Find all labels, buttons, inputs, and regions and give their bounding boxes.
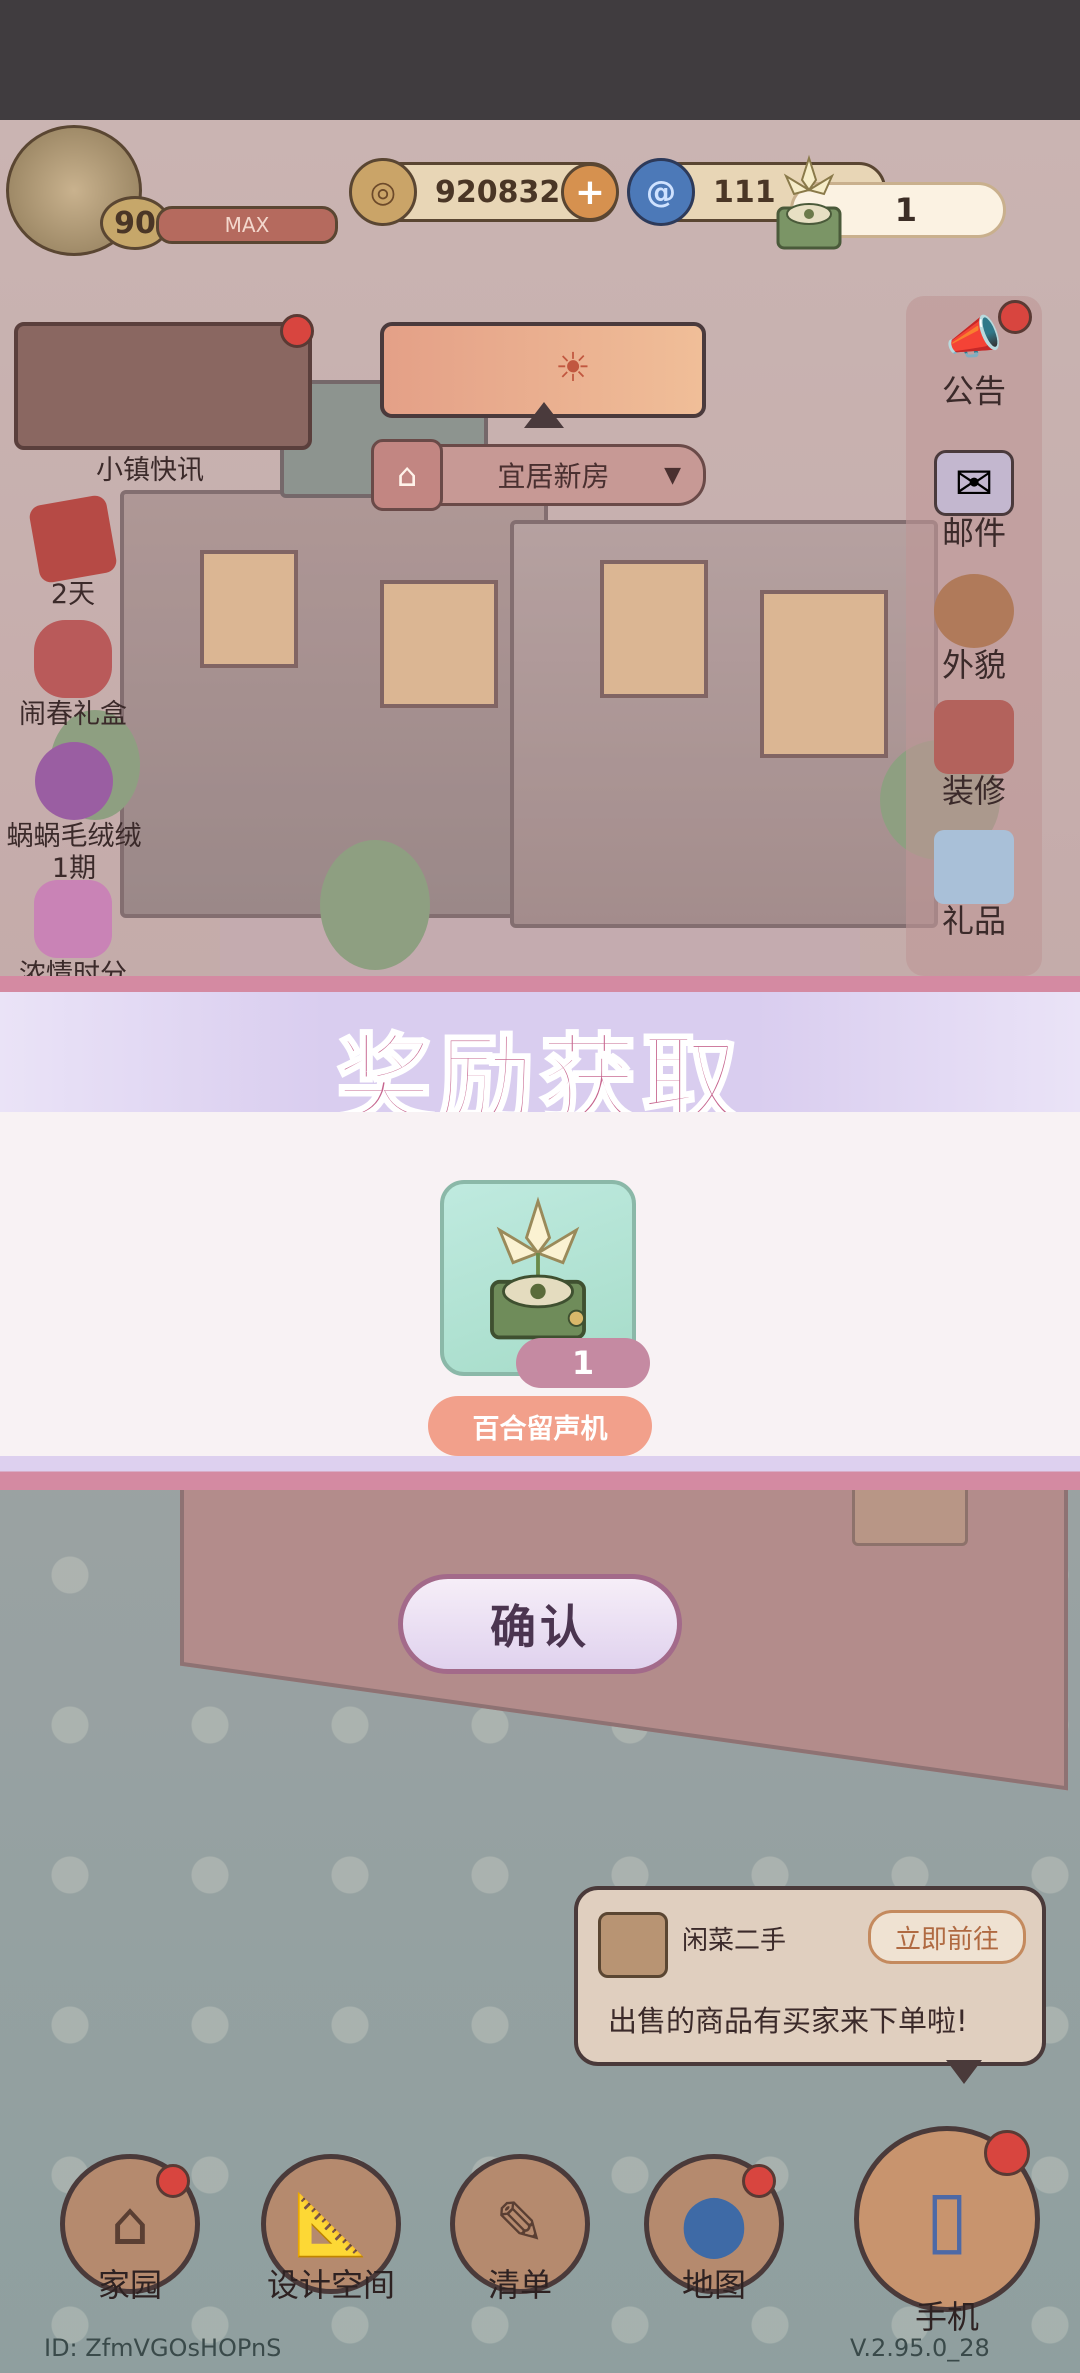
event-countdown-label: 2天 xyxy=(50,579,96,610)
hammer-icon xyxy=(934,700,1014,774)
snail-plush-icon xyxy=(35,742,113,820)
decorate-label: 装修 xyxy=(941,772,1006,810)
avatar-icon xyxy=(934,574,1014,648)
gift-box-icon xyxy=(34,620,112,698)
notification-dot xyxy=(156,2164,190,2198)
chevron-down-icon: ▼ xyxy=(664,462,681,488)
modal-border xyxy=(0,1456,1080,1490)
status-bar xyxy=(0,0,1080,120)
nav-design-space-label: 设计空间 xyxy=(266,2266,395,2304)
notification-dot xyxy=(984,2130,1030,2176)
player-id: ID: ZfmVGOsHOPnS xyxy=(44,2334,282,2362)
window xyxy=(600,560,708,698)
nav-phone-label: 手机 xyxy=(914,2298,979,2336)
sun-icon: ☀ xyxy=(555,345,591,391)
home-icon: ⌂ xyxy=(371,439,443,511)
mail-icon: ✉ xyxy=(934,450,1014,516)
add-coins-button[interactable]: + xyxy=(561,163,619,221)
bow-icon xyxy=(34,880,112,958)
window xyxy=(760,590,888,758)
nav-list[interactable]: ✎ 清单 xyxy=(450,2154,590,2306)
lily-gramophone-icon xyxy=(776,154,842,250)
confirm-button[interactable]: 确认 xyxy=(398,1574,682,1674)
coin-icon: ◎ xyxy=(349,158,417,226)
notification-dot xyxy=(998,300,1032,334)
snail-plush-label: 蜗蜗毛绒绒 xyxy=(6,821,142,852)
red-packet-icon xyxy=(27,493,119,585)
nav-list-label: 清单 xyxy=(487,2266,552,2304)
event-countdown[interactable]: 2天 xyxy=(18,493,128,610)
weather-pointer xyxy=(524,402,564,428)
mail-label: 邮件 xyxy=(941,514,1006,552)
market-box-icon xyxy=(598,1912,668,1978)
reward-chip-count: 1 xyxy=(894,191,917,229)
house-selector-label: 宜居新房 xyxy=(497,460,610,493)
nav-design-space[interactable]: 📐 设计空间 xyxy=(246,2154,416,2306)
nav-map[interactable]: ⬤ 地图 xyxy=(644,2154,784,2306)
coin-value: 920832 xyxy=(435,174,561,210)
window xyxy=(200,550,298,668)
gem-icon: @ xyxy=(627,158,695,226)
version-label: V.2.95.0_28 xyxy=(850,2334,990,2362)
appearance-label: 外貌 xyxy=(941,646,1006,684)
mail-button[interactable]: ✉ 邮件 xyxy=(918,450,1030,550)
snail-plush-event[interactable]: 蜗蜗毛绒绒 1期 xyxy=(4,742,144,884)
market-notification[interactable]: 闲菜二手 立即前往 出售的商品有买家来下单啦! xyxy=(574,1886,1046,2066)
gift-button[interactable]: 礼品 xyxy=(918,830,1030,938)
reward-modal: 奖励获取 1 百合留声机 xyxy=(0,976,1080,1516)
reward-item-count: 1 xyxy=(516,1338,650,1388)
nav-phone[interactable]: ▯ 手机 xyxy=(852,2126,1042,2338)
plant xyxy=(320,840,430,970)
town-news-label: 小镇快讯 xyxy=(96,455,204,486)
town-news-card[interactable] xyxy=(14,314,314,450)
announcement-label: 公告 xyxy=(941,372,1006,410)
notification-dot xyxy=(280,314,314,348)
go-now-button[interactable]: 立即前往 xyxy=(868,1910,1026,1964)
spring-gift-box[interactable]: 闹春礼盒 xyxy=(18,620,128,730)
market-message: 出售的商品有买家来下单啦! xyxy=(608,2004,968,2038)
xp-bar: MAX xyxy=(156,206,338,244)
nav-home[interactable]: ⌂ 家园 xyxy=(60,2154,200,2306)
nav-map-label: 地图 xyxy=(681,2266,746,2304)
decorate-button[interactable]: 装修 xyxy=(918,700,1030,808)
gift-icon xyxy=(934,830,1014,904)
spring-gift-box-label: 闹春礼盒 xyxy=(19,699,127,730)
gift-label: 礼品 xyxy=(941,902,1006,940)
modal-title-band: 奖励获取 xyxy=(0,992,1080,1138)
love-moment-event[interactable]: 浓情时分 xyxy=(18,880,128,990)
reward-item-name: 百合留声机 xyxy=(428,1396,652,1456)
market-name: 闲菜二手 xyxy=(682,1926,787,1956)
window xyxy=(380,580,498,708)
announcement-button[interactable]: 📣 公告 xyxy=(918,300,1032,410)
appearance-button[interactable]: 外貌 xyxy=(918,574,1030,682)
notification-dot xyxy=(742,2164,776,2198)
house-selector[interactable]: ⌂ 宜居新房 ▼ xyxy=(371,439,706,511)
nav-home-label: 家园 xyxy=(97,2266,162,2304)
market-tail xyxy=(946,2060,982,2084)
modal-border xyxy=(0,976,1080,992)
coin-counter: ◎ 920832 + xyxy=(349,158,619,226)
